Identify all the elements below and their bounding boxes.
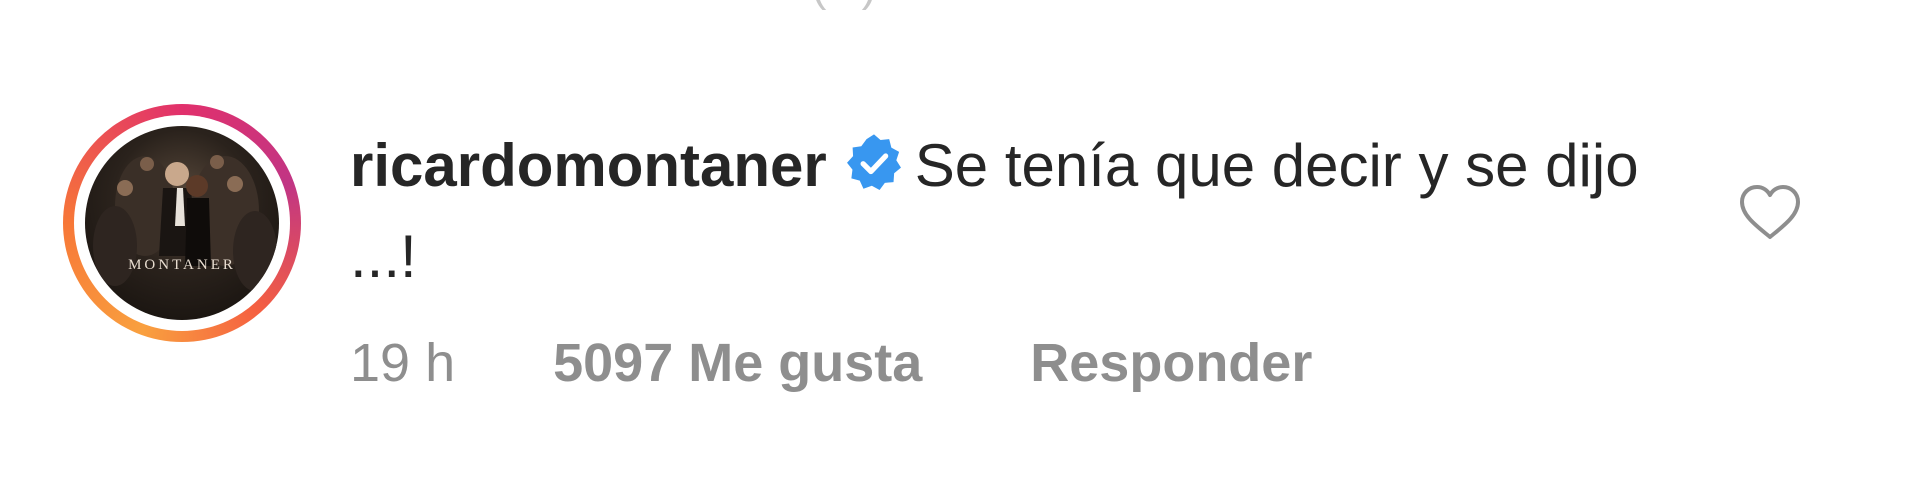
comment: MONTANER ricardomontaner Se tenía que de… [0,0,1920,491]
likes-count[interactable]: 5097 Me gusta [553,332,922,394]
comment-body: ricardomontaner Se tenía que decir y se … [350,120,1680,302]
avatar[interactable]: MONTANER [63,104,301,342]
heart-outline-icon[interactable] [1738,183,1802,241]
comment-meta: 19 h 5097 Me gusta Responder [350,332,1312,394]
avatar-photo [93,155,277,291]
timestamp: 19 h [350,333,456,393]
avatar-logo-text: MONTANER [128,257,236,273]
reply-button[interactable]: Responder [1030,332,1312,394]
verified-badge-icon [846,134,901,190]
username[interactable]: ricardomontaner [350,132,827,199]
avatar-image: MONTANER [85,126,279,320]
